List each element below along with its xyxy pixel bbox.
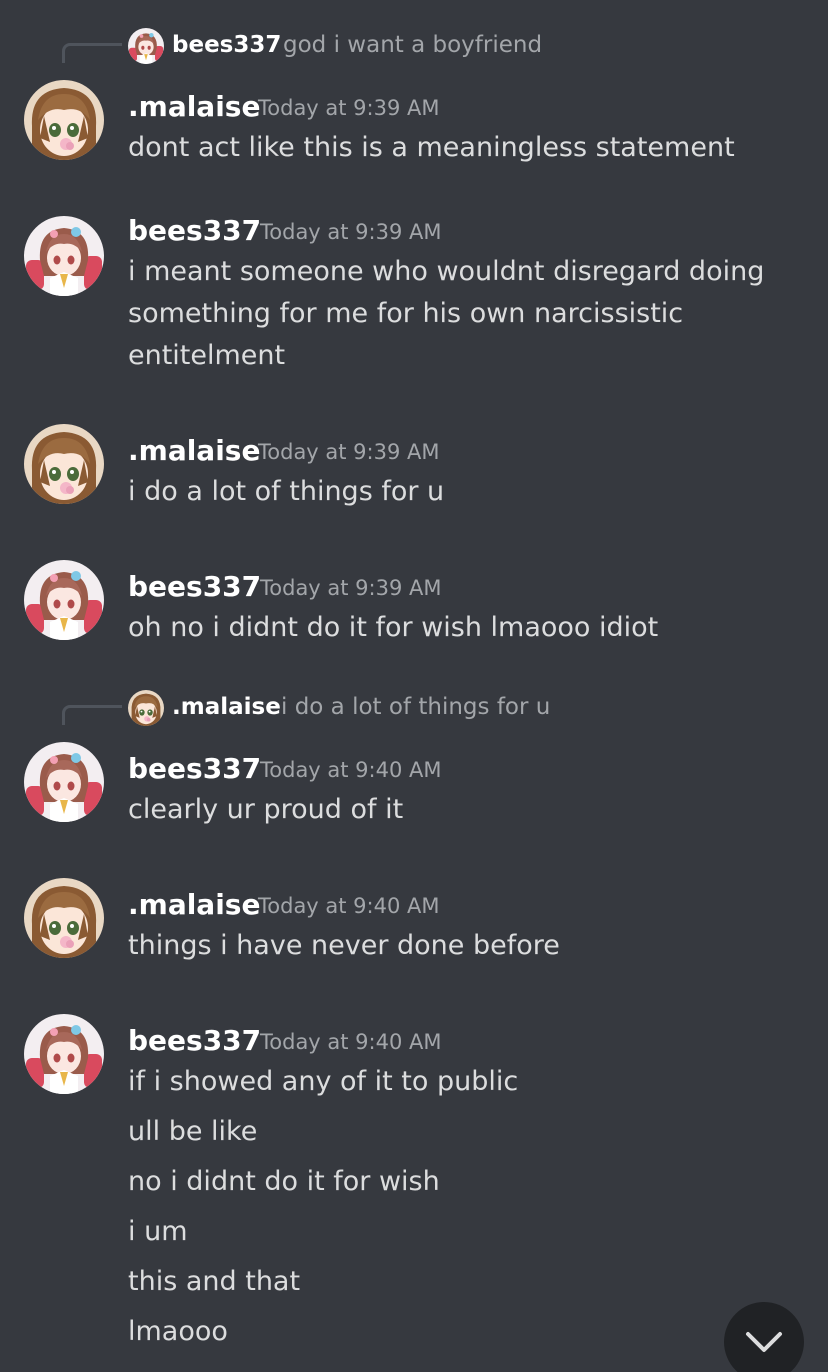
reply-spine bbox=[62, 43, 122, 63]
message-text: ull be like bbox=[128, 1116, 258, 1147]
chevron-down-icon bbox=[744, 1330, 784, 1354]
timestamp: Today at 9:40 AM bbox=[260, 758, 442, 782]
message-text: clearly ur proud of it bbox=[128, 794, 404, 825]
message-text: if i showed any of it to public bbox=[128, 1066, 519, 1097]
avatar[interactable] bbox=[24, 216, 104, 296]
chat-message-list[interactable]: bees337 god i want a boyfriend .malaise … bbox=[0, 0, 828, 1372]
timestamp: Today at 9:39 AM bbox=[260, 576, 442, 600]
message-text: i do a lot of things for u bbox=[128, 476, 445, 507]
message-text: something for me for his own narcissisti… bbox=[128, 298, 684, 329]
reply-text[interactable]: god i want a boyfriend bbox=[283, 32, 542, 58]
timestamp: Today at 9:39 AM bbox=[260, 220, 442, 244]
username[interactable]: bees337 bbox=[128, 1024, 261, 1057]
message-text: things i have never done before bbox=[128, 930, 560, 961]
reply-text[interactable]: i do a lot of things for u bbox=[281, 694, 550, 720]
message-text: i meant someone who wouldnt disregard do… bbox=[128, 256, 765, 287]
avatar[interactable] bbox=[24, 424, 104, 504]
username[interactable]: bees337 bbox=[128, 570, 261, 603]
message-text: lmaooo bbox=[128, 1316, 228, 1347]
username[interactable]: bees337 bbox=[128, 214, 261, 247]
avatar[interactable] bbox=[24, 80, 104, 160]
reply-avatar[interactable] bbox=[128, 690, 164, 726]
avatar[interactable] bbox=[24, 1014, 104, 1094]
message-text: oh no i didnt do it for wish lmaooo idio… bbox=[128, 612, 659, 643]
timestamp: Today at 9:40 AM bbox=[260, 1030, 442, 1054]
avatar[interactable] bbox=[24, 560, 104, 640]
jump-to-bottom-button[interactable] bbox=[724, 1302, 804, 1372]
reply-avatar[interactable] bbox=[128, 28, 164, 64]
avatar[interactable] bbox=[24, 878, 104, 958]
reply-spine bbox=[62, 705, 122, 725]
avatar[interactable] bbox=[24, 742, 104, 822]
timestamp: Today at 9:40 AM bbox=[258, 894, 440, 918]
username[interactable]: .malaise bbox=[128, 434, 260, 467]
message-text: no i didnt do it for wish bbox=[128, 1166, 440, 1197]
message-text: entitelment bbox=[128, 340, 286, 371]
reply-preview[interactable]: .malaise i do a lot of things for u bbox=[0, 688, 828, 728]
reply-preview[interactable]: bees337 god i want a boyfriend bbox=[0, 26, 828, 66]
username[interactable]: .malaise bbox=[128, 888, 260, 921]
message-text: this and that bbox=[128, 1266, 301, 1297]
message-text: i um bbox=[128, 1216, 188, 1247]
username[interactable]: bees337 bbox=[128, 752, 261, 785]
reply-author[interactable]: .malaise bbox=[172, 694, 281, 720]
reply-author[interactable]: bees337 bbox=[172, 32, 281, 58]
username[interactable]: .malaise bbox=[128, 90, 260, 123]
message-text: dont act like this is a meaningless stat… bbox=[128, 132, 735, 163]
timestamp: Today at 9:39 AM bbox=[258, 96, 440, 120]
timestamp: Today at 9:39 AM bbox=[258, 440, 440, 464]
